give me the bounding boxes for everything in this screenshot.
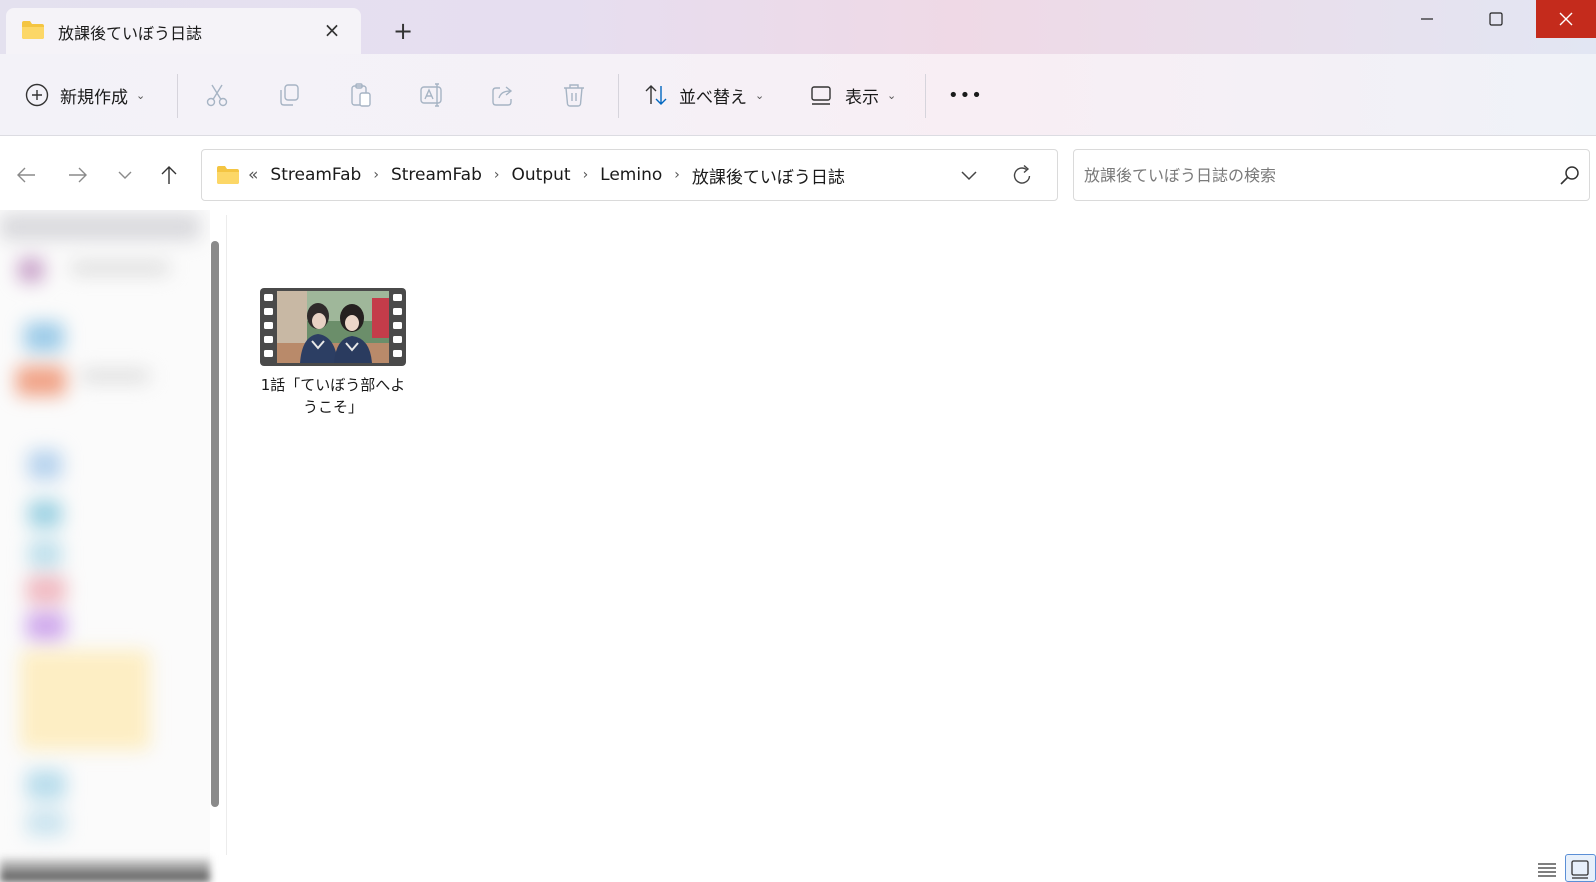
- chevron-down-icon: ⌄: [136, 88, 146, 102]
- toolbar-divider: [925, 74, 926, 118]
- recent-locations-button[interactable]: [110, 160, 140, 190]
- search-input[interactable]: [1084, 160, 1544, 190]
- back-button[interactable]: [11, 160, 41, 190]
- file-list-area[interactable]: [228, 210, 1596, 882]
- delete-button[interactable]: [561, 78, 587, 112]
- breadcrumb-item[interactable]: StreamFab: [270, 165, 361, 185]
- minimize-icon: [1421, 18, 1433, 20]
- file-name: 1話「ていぼう部へようこそ」: [260, 376, 406, 416]
- sort-icon: [645, 85, 667, 105]
- maximize-icon: [1489, 12, 1503, 26]
- paste-button[interactable]: [348, 78, 374, 112]
- new-button-label: 新規作成: [60, 87, 128, 108]
- chevron-right-icon[interactable]: ›: [674, 167, 680, 183]
- video-thumbnail-icon: [260, 288, 406, 366]
- blurred-pane-bottom: [0, 858, 210, 882]
- file-item-video[interactable]: 1話「ていぼう部へようこそ」: [258, 288, 408, 428]
- chevron-down-icon: ⌄: [755, 88, 765, 102]
- navigation-bar: « StreamFab › StreamFab › Output › Lemin…: [0, 136, 1596, 210]
- view-icon: [811, 86, 831, 105]
- breadcrumb-item[interactable]: StreamFab: [391, 165, 482, 185]
- toolbar-divider: [177, 74, 178, 118]
- blurred-navigation-items: [0, 210, 210, 882]
- share-button[interactable]: [490, 78, 516, 112]
- arrow-up-icon: [161, 166, 177, 184]
- clipboard-icon: [351, 83, 371, 107]
- chevron-right-icon[interactable]: ›: [373, 167, 379, 183]
- chevron-right-icon[interactable]: ›: [583, 167, 589, 183]
- cut-button[interactable]: [204, 78, 230, 112]
- title-bar: 放課後ていぼう日誌 × +: [0, 0, 1596, 54]
- minimize-button[interactable]: [1398, 0, 1456, 38]
- details-view-icon[interactable]: [1535, 858, 1559, 882]
- scissors-icon: [206, 84, 228, 107]
- tab-title: 放課後ていぼう日誌: [58, 24, 203, 43]
- chevron-down-icon: [118, 171, 132, 179]
- arrow-left-icon: [17, 167, 35, 183]
- maximize-button[interactable]: [1467, 0, 1525, 38]
- breadcrumb: « StreamFab › StreamFab › Output › Lemin…: [216, 150, 845, 200]
- more-options-button[interactable]: •••: [948, 78, 983, 112]
- new-tab-button[interactable]: +: [390, 18, 416, 44]
- close-tab-button[interactable]: ×: [320, 18, 344, 42]
- chevron-down-icon: ⌄: [887, 88, 897, 102]
- arrow-right-icon: [69, 167, 87, 183]
- large-icons-view-button[interactable]: [1565, 854, 1596, 882]
- share-icon: [492, 86, 513, 106]
- folder-icon: [22, 21, 44, 39]
- copy-button[interactable]: [276, 78, 302, 112]
- copy-icon: [280, 84, 299, 106]
- close-icon: [1559, 12, 1573, 26]
- plus-circle-icon: [25, 83, 49, 107]
- sort-button[interactable]: 並べ替え ⌄: [643, 78, 764, 112]
- tab-current-folder[interactable]: 放課後ていぼう日誌 ×: [6, 8, 361, 54]
- up-button[interactable]: [154, 160, 184, 190]
- address-bar[interactable]: « StreamFab › StreamFab › Output › Lemin…: [201, 149, 1058, 201]
- sort-label: 並べ替え: [679, 87, 747, 108]
- folder-icon: [217, 166, 239, 184]
- breadcrumb-overflow[interactable]: «: [248, 165, 258, 185]
- rename-button[interactable]: [419, 78, 445, 112]
- search-icon[interactable]: [1558, 163, 1582, 187]
- chevron-right-icon[interactable]: ›: [494, 167, 500, 183]
- navigation-pane: [0, 210, 210, 882]
- refresh-icon[interactable]: [1009, 162, 1035, 188]
- breadcrumb-item[interactable]: Lemino: [600, 165, 662, 185]
- breadcrumb-item[interactable]: Output: [512, 165, 571, 185]
- search-box[interactable]: [1073, 149, 1590, 201]
- close-window-button[interactable]: [1536, 0, 1596, 38]
- toolbar-divider: [618, 74, 619, 118]
- trash-icon: [564, 84, 584, 107]
- breadcrumb-item[interactable]: 放課後ていぼう日誌: [692, 163, 845, 188]
- view-label: 表示: [845, 87, 879, 108]
- chevron-down-icon[interactable]: [957, 163, 981, 187]
- forward-button[interactable]: [63, 160, 93, 190]
- command-bar: 新規作成 ⌄ 並べ替え ⌄ 表示 ⌄ •••: [0, 54, 1596, 136]
- view-button[interactable]: 表示 ⌄: [809, 78, 896, 112]
- pane-divider[interactable]: [226, 215, 227, 855]
- tiles-view-icon: [1571, 860, 1589, 879]
- navigation-pane-scrollbar[interactable]: [211, 241, 219, 807]
- rename-icon: [420, 83, 442, 107]
- new-button[interactable]: 新規作成 ⌄: [24, 78, 145, 112]
